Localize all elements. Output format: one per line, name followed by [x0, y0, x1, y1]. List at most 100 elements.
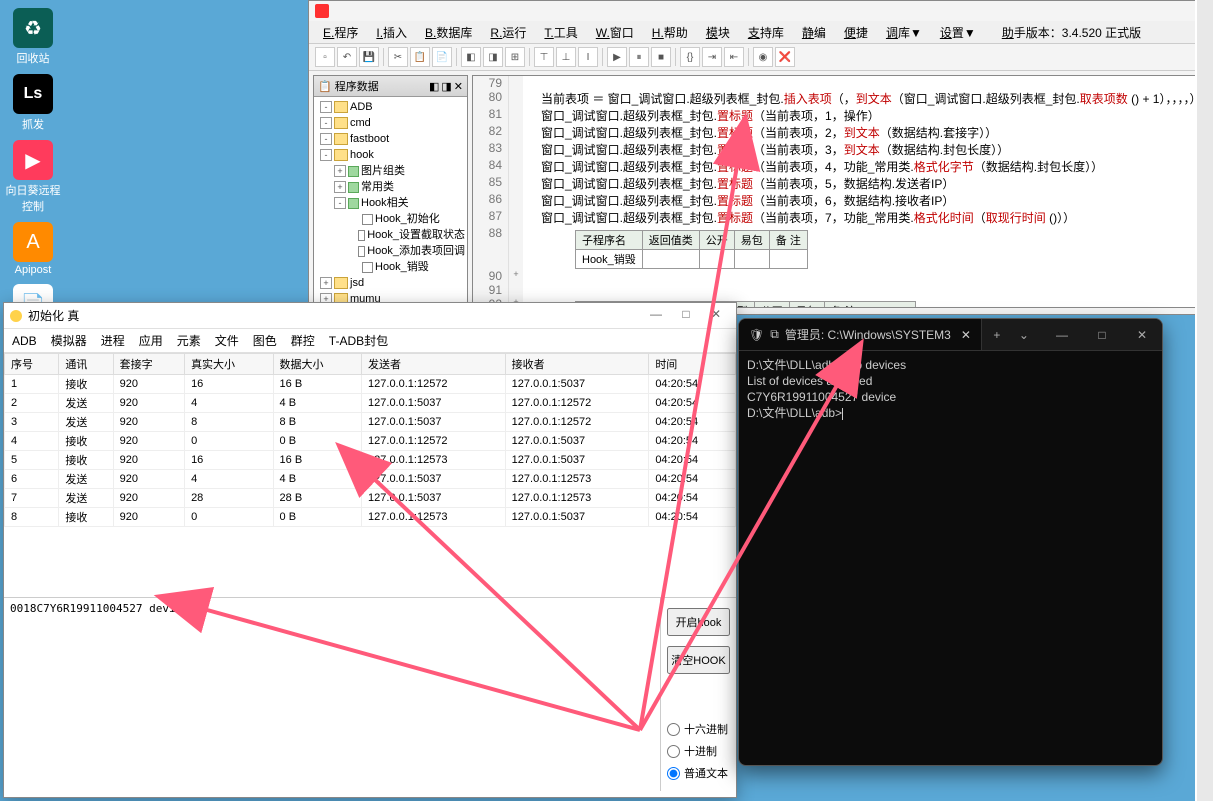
desktop-icon-recycle[interactable]: ♻回收站	[5, 8, 61, 66]
tb-btn[interactable]: ⊥	[556, 47, 576, 67]
tree-item[interactable]: -fastboot	[316, 131, 465, 147]
minimize-icon[interactable]: —	[642, 307, 670, 325]
tb-btn[interactable]: ⇤	[724, 47, 744, 67]
menu-compile[interactable]: 静编	[794, 22, 834, 43]
tree-tool-icon[interactable]: ◧	[429, 80, 439, 93]
table-row[interactable]: 3发送92088 B127.0.0.1:5037127.0.0.1:125720…	[5, 413, 736, 432]
menu-adb[interactable]: ADB	[12, 334, 37, 348]
menu-element[interactable]: 元素	[177, 332, 201, 349]
menu-group[interactable]: 群控	[291, 332, 315, 349]
col-header[interactable]: 接收者	[505, 354, 649, 375]
tb-btn[interactable]: ↶	[337, 47, 357, 67]
terminal-tab[interactable]: 🛡 ⧉ 管理员: C:\Windows\SYSTEM3 ✕	[739, 319, 982, 350]
menu-lib[interactable]: 调库▼	[878, 22, 930, 43]
tree-item[interactable]: Hook_销毁	[316, 259, 465, 275]
menu-run[interactable]: R.运行	[482, 22, 534, 43]
tb-btn[interactable]: ▫	[315, 47, 335, 67]
maximize-icon[interactable]: □	[1082, 319, 1122, 351]
menu-module[interactable]: 模块	[698, 22, 738, 43]
close-icon[interactable]: ✕	[702, 307, 730, 325]
menu-settings[interactable]: 设置▼	[932, 22, 984, 43]
col-header[interactable]: 时间	[649, 354, 736, 375]
clear-hook-button[interactable]: 清空HOOK	[667, 646, 730, 674]
col-header[interactable]: 套接字	[113, 354, 184, 375]
tb-stop[interactable]: ■	[651, 47, 671, 67]
close-tab-icon[interactable]: ✕	[961, 328, 971, 342]
desktop-icon-apipost[interactable]: AApipost	[5, 222, 61, 276]
tree-item[interactable]: -Hook相关	[316, 195, 465, 211]
table-row[interactable]: 4接收92000 B127.0.0.1:12572127.0.0.1:50370…	[5, 432, 736, 451]
terminal-titlebar[interactable]: 🛡 ⧉ 管理员: C:\Windows\SYSTEM3 ✕ + ⌄ — □ ✕	[739, 319, 1162, 351]
col-header[interactable]: 数据大小	[273, 354, 361, 375]
tree-item[interactable]: +jsd	[316, 275, 465, 291]
table-row[interactable]: 2发送92044 B127.0.0.1:5037127.0.0.1:125720…	[5, 394, 736, 413]
tb-btn[interactable]: ⇥	[702, 47, 722, 67]
tb-btn[interactable]: {}	[680, 47, 700, 67]
packet-table-wrap[interactable]: 序号通讯套接字真实大小数据大小发送者接收者时间 1接收9201616 B127.…	[4, 353, 736, 597]
desktop-icon-sunflower[interactable]: ▶向日葵远程控制	[5, 140, 61, 214]
tree-item[interactable]: -ADB	[316, 99, 465, 115]
menu-file[interactable]: 文件	[215, 332, 239, 349]
tb-btn[interactable]: 📋	[410, 47, 430, 67]
menu-quick[interactable]: 便捷	[836, 22, 876, 43]
radio-option[interactable]: 十六进制	[667, 721, 730, 737]
minimize-icon[interactable]: —	[1042, 319, 1082, 351]
menu-database[interactable]: B.数据库	[417, 22, 480, 43]
menu-imgcolor[interactable]: 图色	[253, 332, 277, 349]
close-icon[interactable]: ✕	[1122, 319, 1162, 351]
menu-window[interactable]: W.窗口	[588, 22, 642, 43]
tab-dropdown-icon[interactable]: ⌄	[1012, 328, 1036, 342]
menu-emulator[interactable]: 模拟器	[51, 332, 87, 349]
code-panel[interactable]: 7980当前表项 ＝ 窗口_调试窗口.超级列表框_封包.插入表项（，到文本（窗口…	[472, 75, 1208, 308]
tb-btn[interactable]: ❌	[775, 47, 795, 67]
terminal-body[interactable]: D:\文件\DLL\adb>adb devicesList of devices…	[739, 351, 1162, 427]
tb-btn[interactable]: 📄	[432, 47, 452, 67]
tb-btn[interactable]: ◉	[753, 47, 773, 67]
tb-btn[interactable]: ⊞	[505, 47, 525, 67]
new-tab-button[interactable]: +	[982, 328, 1012, 342]
table-row[interactable]: 7发送9202828 B127.0.0.1:5037127.0.0.1:1257…	[5, 489, 736, 508]
debug-titlebar[interactable]: 初始化 真 — □ ✕	[4, 303, 736, 329]
tb-btn[interactable]: ⊤	[534, 47, 554, 67]
maximize-icon[interactable]: □	[672, 307, 700, 325]
tb-btn[interactable]: I	[578, 47, 598, 67]
tree-item[interactable]: +常用类	[316, 179, 465, 195]
start-hook-button[interactable]: 开启hook	[667, 608, 730, 636]
col-header[interactable]: 发送者	[362, 354, 506, 375]
menu-insert[interactable]: I.插入	[368, 22, 415, 43]
tree-item[interactable]: -cmd	[316, 115, 465, 131]
hex-text[interactable]: 0018C7Y6R19911004527 device	[4, 598, 660, 791]
table-row[interactable]: 8接收92000 B127.0.0.1:12573127.0.0.1:50370…	[5, 508, 736, 527]
menu-support[interactable]: 支持库	[740, 22, 792, 43]
tree-item[interactable]: Hook_添加表项回调	[316, 243, 465, 259]
tree-close-icon[interactable]: ✕	[454, 80, 463, 93]
tree-item[interactable]: -hook	[316, 147, 465, 163]
tb-pause[interactable]: ⏸	[629, 47, 649, 67]
col-header[interactable]: 通讯	[59, 354, 113, 375]
menu-program[interactable]: E.程序	[315, 22, 366, 43]
table-row[interactable]: 5接收9201616 B127.0.0.1:12573127.0.0.1:503…	[5, 451, 736, 470]
tb-btn[interactable]: 💾	[359, 47, 379, 67]
tb-btn[interactable]: ◧	[461, 47, 481, 67]
tree-tool-icon[interactable]: ◨	[441, 80, 451, 93]
menu-process[interactable]: 进程	[101, 332, 125, 349]
table-row[interactable]: 1接收9201616 B127.0.0.1:12572127.0.0.1:503…	[5, 375, 736, 394]
menu-app[interactable]: 应用	[139, 332, 163, 349]
menu-tools[interactable]: T.工具	[536, 22, 585, 43]
tree-item[interactable]: Hook_设置截取状态	[316, 227, 465, 243]
col-header[interactable]: 序号	[5, 354, 59, 375]
tb-btn[interactable]: ✂	[388, 47, 408, 67]
tb-btn[interactable]: ◨	[483, 47, 503, 67]
col-header[interactable]: 真实大小	[185, 354, 273, 375]
menu-help[interactable]: H.帮助	[644, 22, 696, 43]
tree-item[interactable]: Hook_初始化	[316, 211, 465, 227]
table-row[interactable]: 6发送92044 B127.0.0.1:5037127.0.0.1:125730…	[5, 470, 736, 489]
tree[interactable]: -ADB-cmd-fastboot-hook+图片组类+常用类-Hook相关Ho…	[314, 97, 467, 308]
radio-option[interactable]: 普通文本	[667, 765, 730, 781]
tb-run[interactable]: ▶	[607, 47, 627, 67]
right-scrollbar[interactable]	[1195, 0, 1213, 801]
tree-item[interactable]: +图片组类	[316, 163, 465, 179]
radio-option[interactable]: 十进制	[667, 743, 730, 759]
menu-tadb[interactable]: T-ADB封包	[329, 332, 388, 349]
desktop-icon-2[interactable]: Ls抓发	[5, 74, 61, 132]
